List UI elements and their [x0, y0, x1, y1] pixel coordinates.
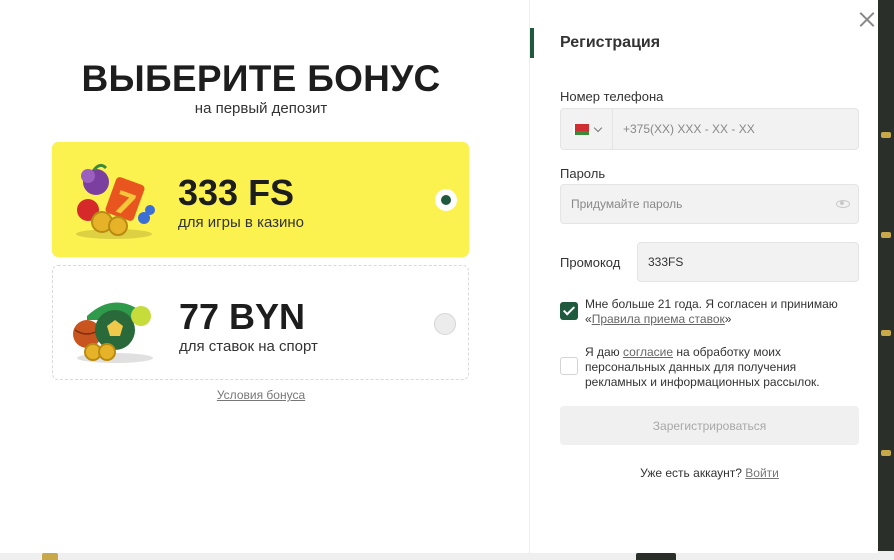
login-link[interactable]: Войти [745, 466, 779, 480]
background-decoration [42, 553, 58, 560]
password-input[interactable]: Придумайте пароль [560, 184, 859, 224]
bonus-terms-link[interactable]: Условия бонуса [0, 388, 522, 402]
betting-rules-link[interactable]: Правила приема ставок [592, 312, 725, 326]
close-icon[interactable] [856, 8, 878, 30]
background-decoration [881, 132, 891, 138]
registration-modal: ВЫБЕРИТЕ БОНУС на первый депозит 7 333 F… [0, 0, 878, 553]
phone-input[interactable]: +375(XX) XXX - XX - XX [613, 122, 755, 136]
chevron-down-icon [593, 123, 602, 132]
age-consent-text-after: » [724, 312, 732, 326]
background-page-strip [878, 0, 894, 560]
belarus-flag-icon [572, 123, 589, 135]
bonus-card-casino[interactable]: 7 333 FS для игры в казино [52, 142, 469, 257]
bonus-description: для игры в казино [178, 214, 305, 231]
promo-code-input[interactable]: 333FS [637, 242, 859, 282]
data-consent-checkbox[interactable] [560, 357, 578, 375]
registration-title: Регистрация [560, 34, 661, 51]
country-code-select[interactable] [561, 109, 613, 149]
background-decoration [881, 232, 891, 238]
age-consent-checkbox[interactable] [560, 302, 578, 320]
bonus-selection-panel: ВЫБЕРИТЕ БОНУС на первый депозит 7 333 F… [0, 0, 530, 553]
bonus-card-sport[interactable]: 77 BYN для ставок на спорт [52, 265, 469, 380]
phone-field: +375(XX) XXX - XX - XX [560, 108, 859, 150]
eye-icon[interactable] [836, 200, 850, 208]
slot-fruits-image: 7 [76, 163, 155, 239]
bonus-radio-sport[interactable] [434, 313, 456, 335]
background-decoration [636, 553, 676, 560]
password-placeholder: Придумайте пароль [571, 197, 683, 211]
title-accent-bar [530, 28, 534, 58]
password-label: Пароль [560, 166, 606, 181]
data-consent-text: Я даю согласие на обработку моих персона… [585, 345, 835, 390]
bonus-description: для ставок на спорт [179, 338, 318, 355]
background-decoration [881, 330, 891, 336]
age-consent-text: Мне больше 21 года. Я согласен и принима… [585, 297, 857, 327]
background-decoration [881, 450, 891, 456]
phone-label: Номер телефона [560, 89, 664, 104]
data-consent-text-before: Я даю [585, 345, 624, 359]
promo-label: Промокод [560, 255, 621, 270]
bonus-amount: 77 BYN [179, 296, 306, 337]
bonus-amount: 333 FS [178, 172, 295, 213]
sport-balls-image [73, 302, 153, 363]
login-prompt: Уже есть аккаунт? [640, 466, 742, 480]
consent-link[interactable]: согласие [623, 345, 673, 359]
bonus-subtitle: на первый депозит [194, 100, 328, 117]
login-row: Уже есть аккаунт? Войти [560, 466, 859, 480]
bonus-title: ВЫБЕРИТЕ БОНУС [81, 58, 441, 99]
bonus-radio-casino[interactable] [435, 189, 457, 211]
register-button[interactable]: Зарегистрироваться [560, 406, 859, 445]
